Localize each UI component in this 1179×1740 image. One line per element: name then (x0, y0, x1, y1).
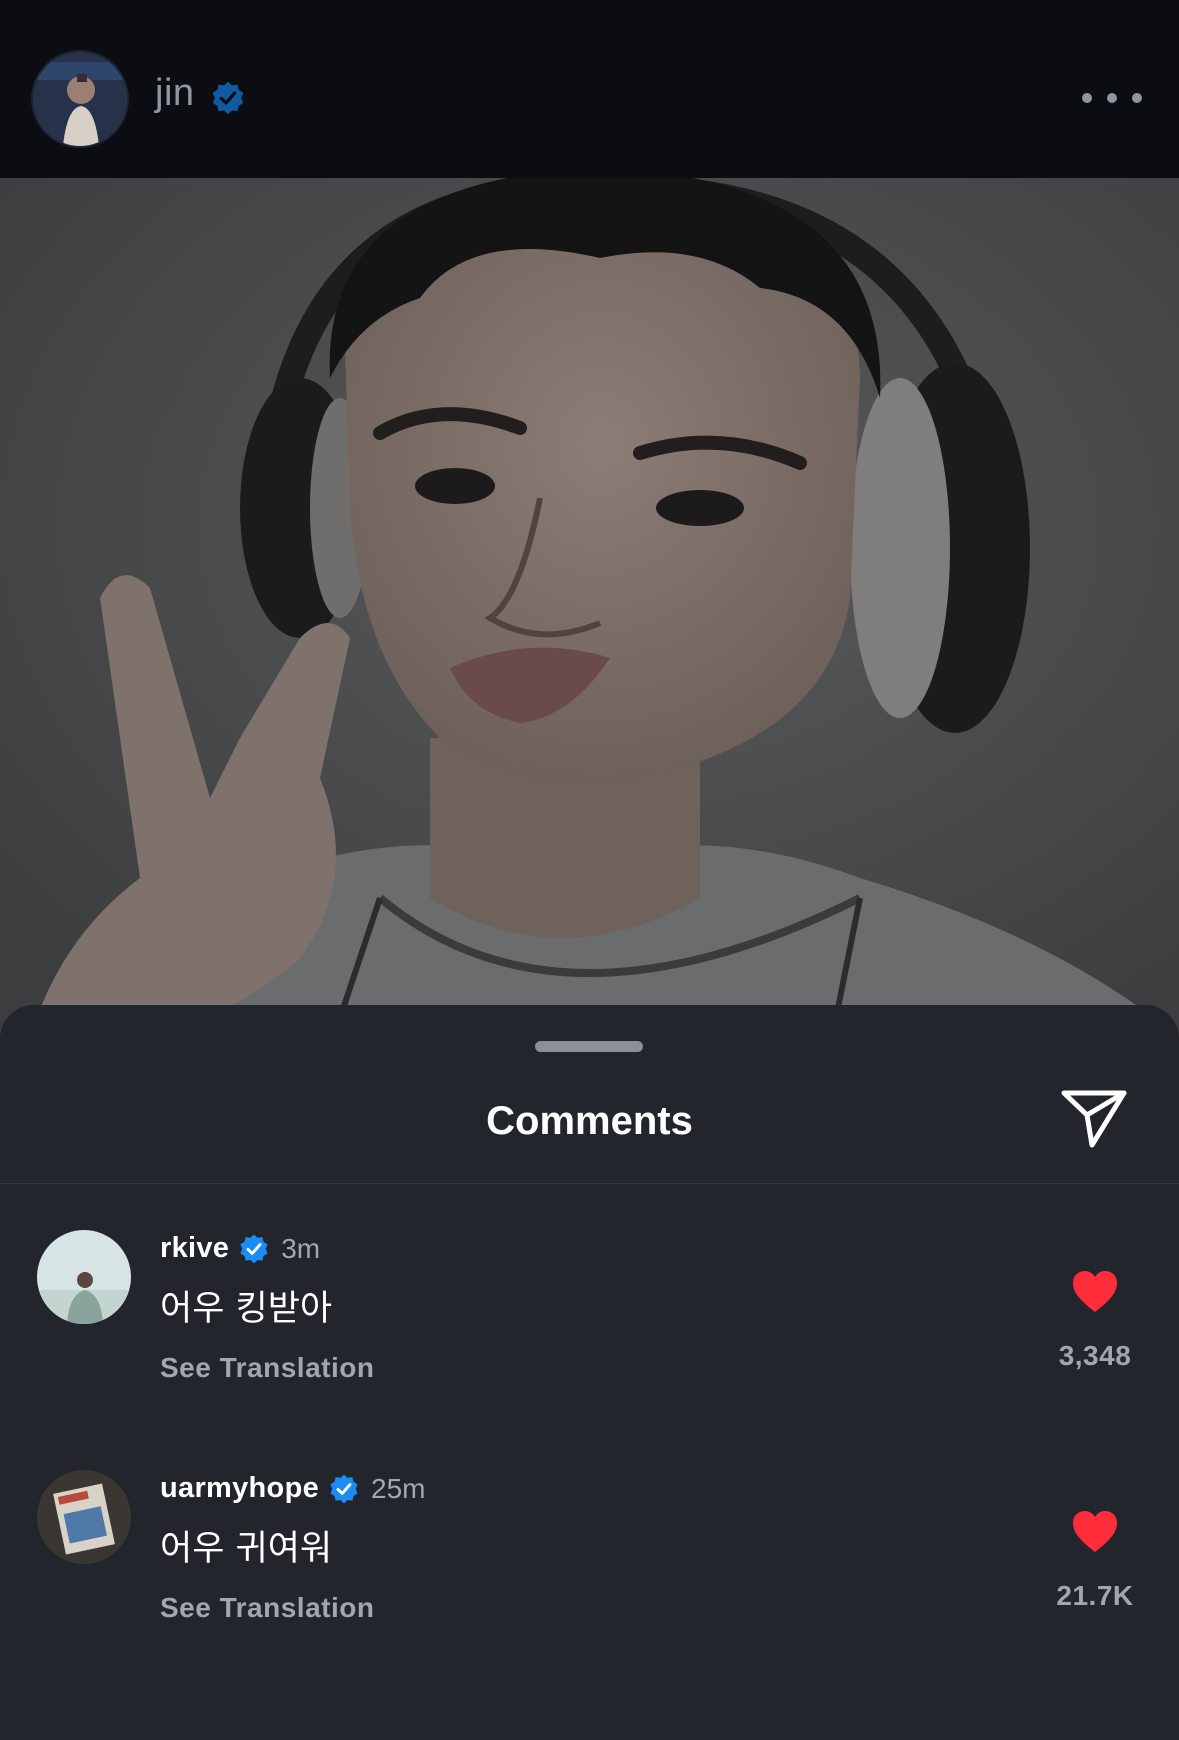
comment-username[interactable]: uarmyhope (160, 1472, 319, 1505)
commenter-avatar[interactable] (37, 1470, 131, 1564)
see-translation-link[interactable]: See Translation (160, 1592, 374, 1624)
like-button[interactable] (1071, 1510, 1119, 1554)
comments-sheet: Comments rkive 3m 어우 킹받아 See Translation… (0, 1005, 1179, 1740)
like-count: 3,348 (1058, 1340, 1132, 1371)
commenter-avatar-image (37, 1230, 131, 1324)
like-button[interactable] (1071, 1270, 1119, 1314)
comment-meta: uarmyhope 25m (160, 1472, 425, 1505)
post-header: jin (0, 0, 1179, 178)
paper-plane-icon (1061, 1090, 1127, 1148)
more-horizontal-icon (1082, 93, 1092, 103)
sheet-drag-handle[interactable] (535, 1041, 643, 1052)
post-photo-illustration (0, 178, 1179, 1048)
comment-username[interactable]: rkive (160, 1232, 229, 1265)
commenter-avatar[interactable] (37, 1230, 131, 1324)
verified-badge-icon (212, 81, 244, 115)
comment-text: 어우 킹받아 (160, 1289, 333, 1329)
comment-item: rkive 3m 어우 킹받아 See Translation 3,348 (0, 1230, 1179, 1430)
author-avatar-image (33, 52, 127, 146)
sheet-divider (0, 1183, 1179, 1184)
status-bar (0, 0, 1179, 16)
post-photo[interactable] (0, 178, 1179, 1048)
comment-text: 어우 귀여워 (160, 1529, 333, 1569)
more-options-button[interactable] (1082, 80, 1142, 116)
commenter-avatar-image (37, 1470, 131, 1564)
verified-badge-icon (240, 1234, 268, 1263)
see-translation-link[interactable]: See Translation (160, 1352, 374, 1384)
author-avatar[interactable] (33, 52, 127, 146)
comment-time: 25m (371, 1472, 426, 1504)
app-screen: jin Comments rkive 3m 어우 킹받아 See Transla… (0, 0, 1179, 1740)
heart-filled-icon (1073, 1511, 1117, 1552)
comment-item: uarmyhope 25m 어우 귀여워 See Translation 21.… (0, 1470, 1179, 1670)
comments-title: Comments (486, 1099, 693, 1143)
share-button[interactable] (1058, 1085, 1130, 1151)
verified-badge-icon (330, 1474, 358, 1503)
comment-time: 3m (281, 1232, 321, 1264)
heart-filled-icon (1073, 1271, 1117, 1312)
comment-meta: rkive 3m (160, 1232, 320, 1265)
like-count: 21.7K (1056, 1580, 1134, 1611)
author-username[interactable]: jin (155, 72, 195, 115)
